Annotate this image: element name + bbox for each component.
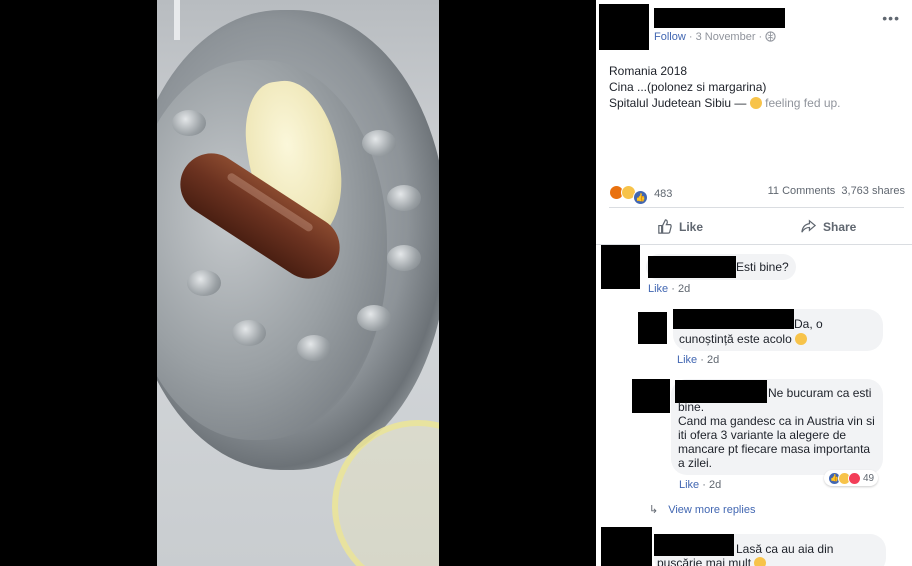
plate-dimple [387,245,421,271]
author-name[interactable] [654,8,785,28]
more-options-icon[interactable]: ••• [882,10,900,26]
avatar[interactable] [601,245,640,289]
comment-meta: Like · 2d [648,283,690,295]
emoji-icon [754,557,767,566]
view-more-replies[interactable]: ↳ View more replies [649,503,755,516]
reply-bubble: Da, o cunoștință este acolo [673,309,883,351]
commenter-name[interactable] [648,256,736,278]
avatar[interactable] [638,312,667,344]
like-label: Like [679,219,704,234]
post-location-line: Spitalul Judetean Sibiu — feeling fed up… [609,96,841,110]
plate-dimple [362,130,396,156]
love-reaction-icon [848,471,861,485]
reactions-count[interactable]: 483 [654,188,672,200]
divider [609,207,904,208]
post-photo[interactable] [157,0,439,566]
like-reaction-icon: 👍 [633,190,648,205]
post-sidebar: Follow · 3 November · ••• Romania 2018 C… [596,0,912,566]
comment-text: Lasă ca au aia din [736,542,834,556]
comment-age[interactable]: · 2d [700,354,719,366]
reply-arrow-icon: ↳ [649,504,659,516]
comment-meta: Like · 2d [679,479,721,491]
post-text-line: Romania 2018 [609,64,688,78]
comment-age[interactable]: · 2d [702,479,721,491]
plate-dimple [172,110,206,136]
feeling-text: feeling fed up. [765,96,841,110]
plate-dimple [187,270,221,296]
avatar[interactable] [601,527,652,566]
comment-bubble: Lasă ca au aia din pușcărie mai mult [654,534,886,566]
share-button[interactable]: Share [800,218,856,235]
post-date[interactable]: · 3 November · [689,31,762,43]
share-icon [801,219,817,233]
follow-link[interactable]: Follow [654,31,686,43]
post-stats: 👍 483 11 Comments 3,763 shares [609,185,905,205]
globe-icon [765,31,776,42]
comment-reactions-count: 49 [863,472,875,484]
comment-text: cunoștință este acolo [679,332,808,346]
comment-meta: Like · 2d [677,354,719,366]
post-body: Romania 2018 Cina ...(polonez si margari… [609,63,841,111]
plate-dimple [232,320,266,346]
comments-count[interactable]: 11 Comments [768,185,836,197]
comment-like-link[interactable]: Like [679,479,699,491]
reply-bubble: Ne bucuram ca esti bine. Cand ma gandesc… [671,379,883,475]
like-button[interactable]: Like [656,218,703,235]
comment-text: Ne bucuram ca esti [768,386,872,400]
sad-face-emoji-icon [749,97,762,109]
plate-dimple [297,335,331,361]
commenter-name[interactable] [673,309,794,329]
divider [596,244,912,245]
post-text-line: Cina ...(polonez si margarina) [609,80,767,94]
plate-dimple [357,305,391,331]
comment-text: pușcărie mai mult [657,556,767,566]
comment-text-body: bine. Cand ma gandesc ca in Austria vin … [678,400,875,470]
comment-text: Da, o [794,317,823,331]
comment-like-link[interactable]: Like [648,283,668,295]
comment-bubble: Esti bine? [646,254,796,280]
avatar[interactable] [599,4,649,50]
comment-like-link[interactable]: Like [677,354,697,366]
avatar[interactable] [632,379,670,413]
photo-viewer[interactable] [0,0,596,566]
location-link[interactable]: Spitalul Judetean Sibiu [609,96,731,110]
post-counts: 11 Comments 3,763 shares [768,185,905,197]
photo-edge-detail [174,0,180,40]
shares-count[interactable]: 3,763 shares [841,185,905,197]
commenter-name[interactable] [654,534,734,556]
comment-reactions[interactable]: 👍 49 [824,470,879,486]
plate-dimple [387,185,421,211]
emoji-icon [795,333,808,345]
comment-text: Esti bine? [736,260,789,274]
share-label: Share [823,219,857,234]
post-meta: Follow · 3 November · [654,31,776,43]
thumbs-up-icon [658,219,672,234]
comment-age[interactable]: · 2d [671,283,690,295]
